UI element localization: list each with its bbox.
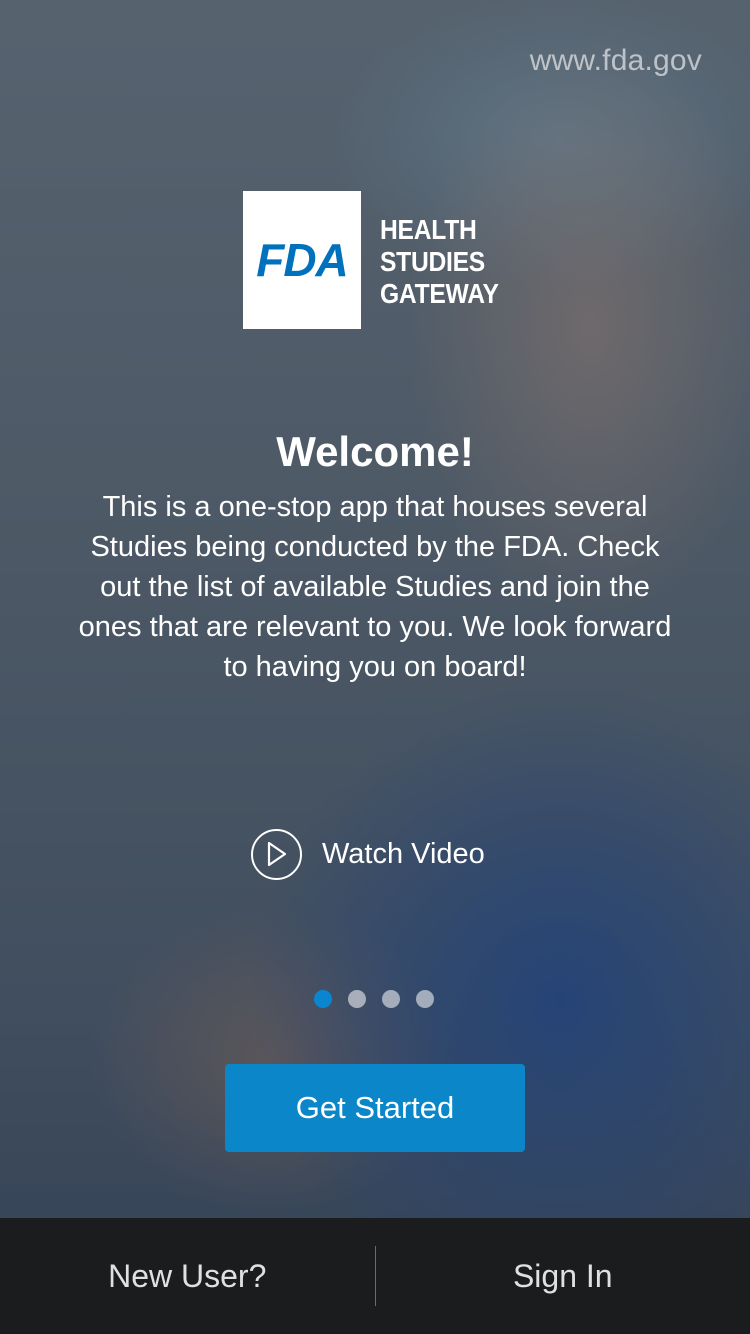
fda-logo: FDA (243, 191, 361, 329)
bottom-action-bar: New User? Sign In (0, 1218, 750, 1334)
app-name-line-3: GATEWAY (380, 278, 499, 309)
app-name-wordmark: HEALTH STUDIES GATEWAY (380, 214, 515, 310)
get-started-button[interactable]: Get Started (225, 1064, 525, 1152)
new-user-button[interactable]: New User? (0, 1218, 375, 1334)
welcome-description: This is a one-stop app that houses sever… (78, 491, 672, 683)
watch-video-button[interactable]: Watch Video (251, 826, 485, 882)
app-name-line-1: HEALTH (380, 214, 477, 245)
page-dot-3[interactable] (382, 990, 400, 1008)
watch-video-label: Watch Video (322, 837, 485, 870)
play-icon (251, 828, 302, 880)
page-indicator (314, 990, 450, 1008)
page-dot-2[interactable] (348, 990, 366, 1008)
fda-logo-mark: FDA (256, 234, 349, 286)
sign-in-button[interactable]: Sign In (376, 1218, 750, 1334)
app-name-line-2: STUDIES (380, 246, 485, 277)
page-dot-1[interactable] (314, 990, 332, 1008)
fda-website-link[interactable]: www.fda.gov (530, 44, 702, 78)
page-dot-4[interactable] (416, 990, 434, 1008)
welcome-title: Welcome! (276, 428, 474, 475)
